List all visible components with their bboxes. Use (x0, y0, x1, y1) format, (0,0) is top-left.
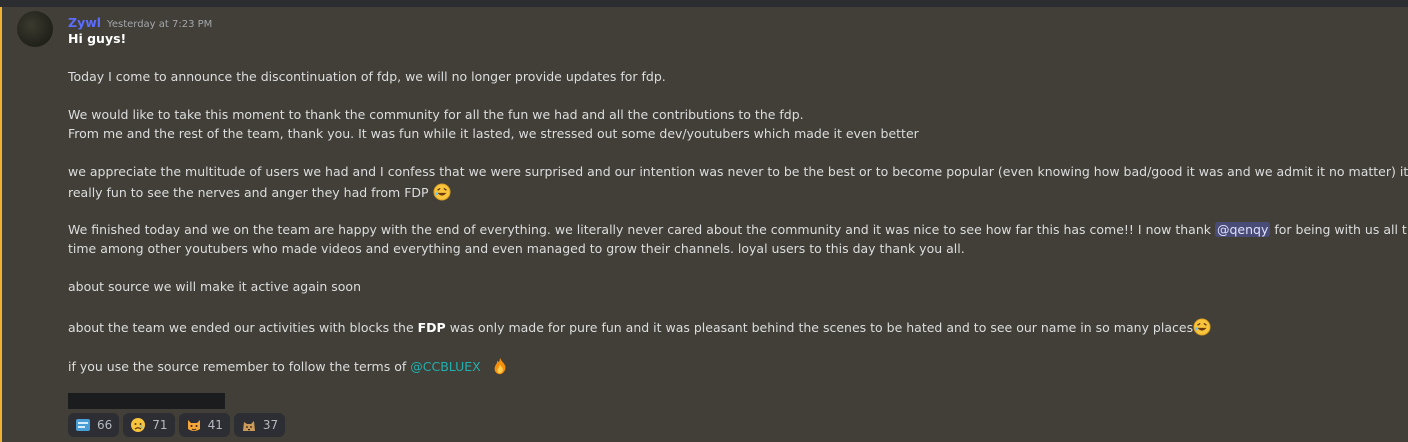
message-paragraph-1: Today I come to announce the discontinua… (68, 69, 666, 84)
avatar[interactable] (17, 11, 53, 47)
rofl-emoji-icon (432, 183, 451, 201)
reaction-count: 37 (262, 418, 279, 432)
reaction-count: 41 (207, 418, 223, 432)
reaction-doge[interactable]: 37 (233, 413, 286, 437)
message-paragraph-7: if you use the source remember to follow… (68, 359, 407, 374)
author-username[interactable]: Zywl (68, 15, 101, 30)
reaction-count: 66 (97, 418, 113, 432)
message-paragraph-2b: From me and the rest of the team, thank … (68, 126, 919, 141)
highlight-accent-bar (0, 7, 2, 442)
top-bar (0, 0, 1408, 7)
message-paragraph-6: about the team we ended our activities w… (68, 320, 414, 335)
reaction-blue-box[interactable]: 66 (68, 413, 120, 437)
message-greeting: Hi guys! (68, 31, 127, 46)
reaction-cat-face[interactable]: 41 (178, 413, 230, 437)
message-paragraph-3b-row: really fun to see the nerves and anger t… (68, 183, 451, 201)
message-bold-fdp: FDP (417, 320, 446, 335)
message-paragraph-2a: We would like to take this moment to tha… (68, 107, 804, 122)
message-paragraph-4b: time among other youtubers who made vide… (68, 241, 965, 256)
rofl-emoji-icon (1193, 318, 1211, 336)
reaction-count: 71 (152, 418, 168, 432)
doge-emoji-icon (242, 421, 255, 431)
fire-emoji-icon (494, 357, 506, 375)
message-paragraph-3b: really fun to see the nerves and anger t… (68, 185, 429, 200)
ccbluex-link[interactable]: @CCBLUEX (410, 359, 480, 374)
cat-face-emoji-icon (187, 420, 200, 431)
message-paragraph-5: about source we will make it active agai… (68, 279, 361, 294)
blue-box-emoji-icon (76, 419, 90, 431)
redacted-bar (68, 393, 225, 409)
message-paragraph-7-row: if you use the source remember to follow… (68, 357, 509, 375)
message-paragraph-4a: We finished today and we on the team are… (68, 222, 1211, 237)
message-paragraph-4a-end: for being with us all this (1274, 222, 1408, 237)
message-paragraph-6-row: about the team we ended our activities w… (68, 318, 1211, 336)
reactions-bar: 66 71 41 37 (68, 413, 286, 437)
message-timestamp[interactable]: Yesterday at 7:23 PM (107, 19, 212, 30)
reaction-crying-face[interactable]: 71 (123, 413, 175, 437)
message-header: Zywl Yesterday at 7:23 PM (68, 12, 212, 30)
message-paragraph-3a: we appreciate the multitude of users we … (68, 164, 1408, 179)
user-mention[interactable]: @qenqy (1214, 222, 1271, 237)
crying-face-emoji-icon (131, 418, 146, 432)
message-paragraph-4a-row: We finished today and we on the team are… (68, 222, 1408, 237)
message-paragraph-6-end: was only made for pure fun and it was pl… (449, 320, 1194, 335)
